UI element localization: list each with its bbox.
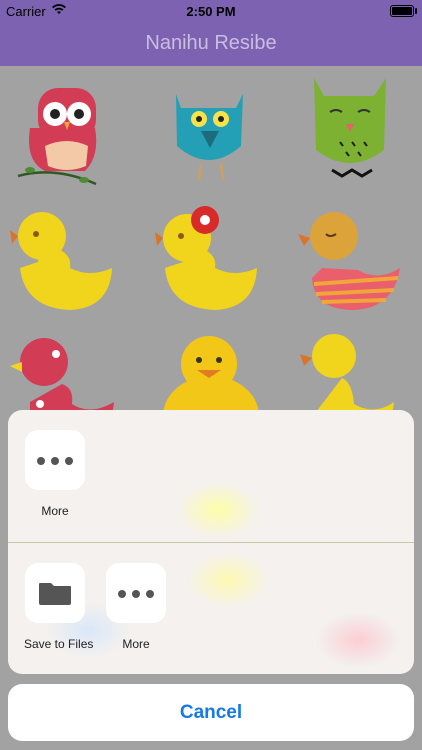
sticker-flower-duck[interactable] bbox=[141, 198, 281, 328]
status-bar: Carrier 2:50 PM bbox=[0, 0, 422, 22]
more-icon[interactable] bbox=[106, 563, 166, 623]
bottom-more-action[interactable]: More bbox=[105, 563, 167, 651]
sticker-yellow-duck[interactable] bbox=[0, 198, 140, 328]
sheet-divider bbox=[8, 542, 414, 543]
top-more-label: More bbox=[41, 504, 69, 518]
more-icon[interactable] bbox=[25, 430, 85, 490]
bottom-more-label: More bbox=[122, 637, 150, 651]
sticker-green-owl[interactable] bbox=[282, 66, 422, 196]
sticker-blue-owl[interactable] bbox=[141, 66, 281, 196]
save-to-files-action[interactable]: Save to Files bbox=[24, 563, 94, 651]
sticker-red-owl[interactable] bbox=[0, 66, 140, 196]
page-title: Nanihu Resibe bbox=[145, 32, 277, 54]
top-more-action[interactable]: More bbox=[24, 430, 86, 518]
save-to-files-label: Save to Files bbox=[24, 637, 94, 651]
battery-icon bbox=[390, 5, 417, 17]
navigation-bar: Nanihu Resibe bbox=[0, 22, 422, 66]
cancel-button[interactable]: Cancel bbox=[8, 684, 414, 741]
sticker-striped-duck[interactable] bbox=[282, 198, 422, 328]
clock: 2:50 PM bbox=[186, 4, 236, 19]
share-sheet: More Save to Files More bbox=[8, 410, 414, 674]
folder-icon[interactable] bbox=[25, 563, 85, 623]
